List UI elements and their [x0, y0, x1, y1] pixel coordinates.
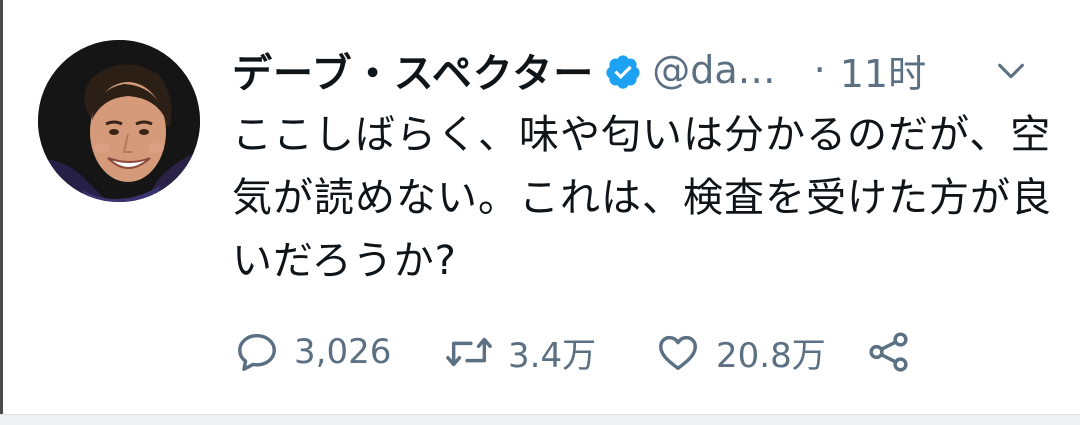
- like-count: 20.8万: [716, 335, 824, 376]
- window-edge: [0, 0, 3, 425]
- retweet-icon: [444, 329, 494, 375]
- reply-button[interactable]: 3,026: [234, 329, 444, 375]
- time-separator: ·: [813, 48, 826, 92]
- like-button[interactable]: 20.8万: [654, 328, 866, 377]
- reply-icon: [234, 329, 280, 375]
- reply-count: 3,026: [294, 332, 392, 372]
- share-icon: [866, 329, 912, 375]
- verified-badge-icon: [604, 53, 642, 91]
- chevron-down-icon[interactable]: [994, 54, 1028, 88]
- author-handle[interactable]: @da…: [652, 48, 775, 92]
- retweet-count: 3.4万: [508, 335, 597, 376]
- tweet-divider: [0, 414, 1080, 425]
- tweet-text: ここしばらく、味や匂いは分かるのだが、空気が読めない。これは、検査を受けた方が良…: [232, 112, 1052, 284]
- heart-icon: [654, 329, 702, 375]
- author-avatar[interactable]: [38, 40, 200, 202]
- author-display-name[interactable]: デーブ・スペクター: [232, 41, 594, 99]
- tweet-timestamp[interactable]: 11时: [840, 43, 926, 98]
- retweet-button[interactable]: 3.4万: [444, 328, 654, 377]
- tweet-header: デーブ・スペクター @da… · 11时: [232, 40, 1062, 100]
- tweet-actions: 3,026 3.4万 20.8万: [234, 322, 912, 382]
- share-button[interactable]: [866, 329, 912, 375]
